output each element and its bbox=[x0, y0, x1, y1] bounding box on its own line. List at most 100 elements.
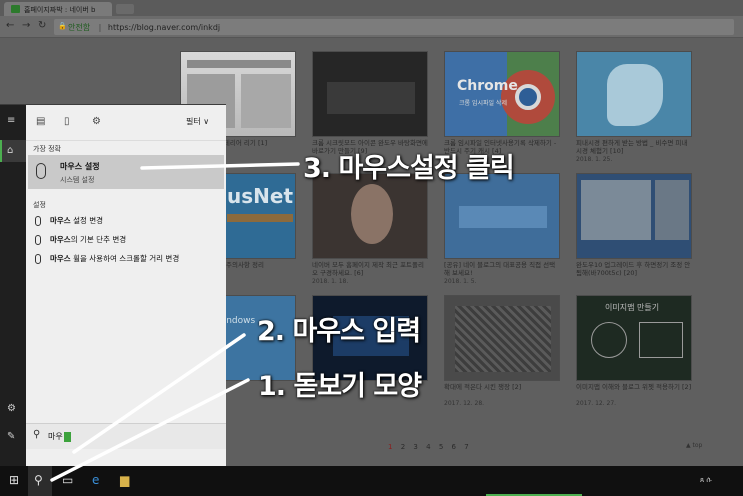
feedback-icon[interactable]: ✎ bbox=[7, 431, 15, 442]
naver-blog-favicon-icon bbox=[11, 5, 20, 13]
start-search-box[interactable]: ⚲ 마우 bbox=[26, 423, 226, 449]
result-text: 설정 변경 bbox=[70, 216, 104, 225]
mouse-icon bbox=[36, 163, 46, 179]
post-card[interactable]: 크롬 시크릿모드 아이콘 완도우 바탕화면에 바로가기 만들기 [9] bbox=[312, 51, 428, 155]
post-card[interactable]: 네이버 모두 홈페이지 제작 최근 포트폴리오 구경하세요. [6] 2018.… bbox=[312, 173, 428, 285]
page-link[interactable]: 2 bbox=[401, 443, 405, 451]
settings-result-item[interactable]: 마우스 휠을 사용하여 스크롤할 거리 변경 bbox=[26, 249, 226, 268]
post-date: 2018. 1. 5. bbox=[444, 278, 477, 285]
page-link[interactable]: 3 bbox=[413, 443, 417, 451]
chevron-down-icon: ∨ bbox=[203, 117, 210, 126]
search-results-panel: ▤ ▯ ⚙ 필터 ∨ 가장 정확 마우스 설정 시스템 설정 설정 마우스 설정… bbox=[26, 105, 226, 467]
post-caption[interactable]: 완도우10 업그레이드 후 하면정기 조정 안됨해(바700t5c) [20] bbox=[576, 261, 692, 277]
post-thumbnail[interactable] bbox=[312, 173, 428, 259]
address-bar[interactable]: 🔒 안전함 | https://blog.naver.com/inkdj bbox=[54, 19, 734, 35]
settings-result-item[interactable]: 마우스 설정 변경 bbox=[26, 211, 226, 230]
settings-result-item[interactable]: 마우스의 기본 단추 변경 bbox=[26, 230, 226, 249]
post-thumbnail[interactable] bbox=[444, 173, 560, 259]
edge-browser-icon[interactable]: e bbox=[92, 473, 99, 487]
browser-tab[interactable]: 홈페이지짜박 : 네이버 b bbox=[4, 2, 112, 16]
system-tray[interactable]: ጸ ሱ bbox=[700, 476, 712, 485]
settings-gear-icon[interactable]: ⚙ bbox=[7, 403, 16, 414]
annotation-step2: 2. 마우스 입력 bbox=[257, 316, 421, 347]
result-text: 휠을 사용하여 스크롤할 거리 변경 bbox=[70, 254, 180, 263]
search-icon: ⚲ bbox=[33, 429, 41, 440]
url-text: https://blog.naver.com/inkdj bbox=[107, 23, 221, 32]
mouse-icon bbox=[35, 216, 41, 226]
post-caption[interactable]: 확대에 적은다 시킨 쟁장 [2] bbox=[444, 383, 560, 399]
text-caret bbox=[63, 431, 71, 442]
post-card[interactable]: [공유] 네이 블로그의 대표공용 직접 선택해 보세요! 2018. 1. 5… bbox=[444, 173, 560, 285]
post-card[interactable]: 이미지맵 만들기 이미지맵 이해와 블로그 위젯 적용하기 [2] 2017. … bbox=[576, 295, 692, 407]
post-thumbnail[interactable] bbox=[576, 173, 692, 259]
start-menu-search-panel: ≡ ⌂ ⚙ ✎ ▤ ▯ ⚙ 필터 ∨ 가장 정확 마우스 설정 시스템 설정 설… bbox=[0, 104, 226, 467]
post-caption[interactable]: 이미지맵 이해와 블로그 위젯 적용하기 [2] bbox=[576, 383, 692, 399]
mouse-icon bbox=[35, 254, 41, 264]
windows-start-icon[interactable]: ⊞ bbox=[9, 473, 19, 487]
search-query-text: 마우 bbox=[48, 432, 63, 441]
best-match-title: 마우스 설정 bbox=[60, 162, 100, 171]
post-card[interactable]: 완도우10 업그레이드 후 하면정기 조정 안됨해(바700t5c) [20] bbox=[576, 173, 692, 277]
pagination: 1 2 3 4 5 6 7 bbox=[388, 443, 469, 451]
results-toolbar: ▤ ▯ ⚙ 필터 ∨ bbox=[26, 105, 226, 141]
documents-filter-icon[interactable]: ▯ bbox=[64, 116, 70, 127]
post-date: 2018. 1. 18. bbox=[312, 278, 349, 285]
post-thumbnail[interactable] bbox=[312, 51, 428, 137]
page-link[interactable]: 6 bbox=[452, 443, 456, 451]
web-settings-gear-icon[interactable]: ⚙ bbox=[92, 116, 101, 127]
best-match-subtitle: 시스템 설정 bbox=[60, 176, 95, 184]
result-text: 의 기본 단추 변경 bbox=[70, 235, 127, 244]
file-explorer-icon[interactable]: ▆ bbox=[120, 473, 129, 487]
task-view-icon[interactable]: ▭ bbox=[62, 473, 73, 487]
back-arrow-icon[interactable]: ← bbox=[6, 20, 14, 31]
back-to-top-link[interactable]: ▲ top bbox=[686, 442, 702, 449]
post-card[interactable]: 피내시경 편하게 받는 방법 _ 비수면 피내시경 체험기 [10] 2018.… bbox=[576, 51, 692, 163]
thumb-text: 크롬 임시파일 삭제 bbox=[459, 100, 507, 107]
browser-tab-strip: 홈페이지짜박 : 네이버 b bbox=[0, 0, 743, 16]
browser-tab-title: 홈페이지짜박 : 네이버 b bbox=[24, 6, 96, 14]
url-separator: | bbox=[98, 23, 102, 32]
post-caption[interactable]: 네이버 모두 홈페이지 제작 최근 포트폴리오 구경하세요. [6] bbox=[312, 261, 428, 277]
apps-filter-icon[interactable]: ▤ bbox=[36, 116, 45, 127]
thumb-text: 이미지맵 만들기 bbox=[605, 303, 660, 312]
mouse-icon bbox=[35, 235, 41, 245]
taskbar: ⊞ ⚲ ▭ e ▆ ጸ ሱ bbox=[0, 466, 743, 496]
page-link[interactable]: 7 bbox=[464, 443, 468, 451]
desktop-screen: 홈페이지짜박 : 네이버 b ← → ↻ 🔒 안전함 | https://blo… bbox=[0, 0, 743, 496]
filter-dropdown[interactable]: 필터 ∨ bbox=[186, 116, 209, 127]
magnifier-icon: ⚲ bbox=[34, 473, 43, 487]
taskbar-search-button[interactable]: ⚲ bbox=[28, 466, 52, 496]
post-caption[interactable]: 피내시경 편하게 받는 방법 _ 비수면 피내시경 체험기 [10] bbox=[576, 139, 692, 155]
start-search-input[interactable]: 마우 bbox=[48, 431, 71, 442]
post-thumbnail[interactable] bbox=[576, 51, 692, 137]
annotation-step3: 3. 마우스설정 클릭 bbox=[303, 153, 515, 184]
post-date: 2018. 1. 25. bbox=[576, 156, 613, 163]
post-thumbnail[interactable]: 이미지맵 만들기 bbox=[576, 295, 692, 381]
forward-arrow-icon[interactable]: → bbox=[22, 20, 30, 31]
secure-label: 안전함 bbox=[68, 23, 91, 32]
hamburger-menu-icon[interactable]: ≡ bbox=[7, 115, 15, 126]
browser-toolbar: ← → ↻ 🔒 안전함 | https://blog.naver.com/ink… bbox=[0, 16, 743, 38]
home-icon[interactable]: ⌂ bbox=[7, 145, 13, 156]
post-card[interactable]: Chrome 크롬 임시파일 삭제 크롬 임시파일 인터넷사용기록 삭제하기 -… bbox=[444, 51, 560, 155]
settings-heading: 설정 bbox=[33, 201, 46, 209]
post-date: 2017. 12. 27. bbox=[576, 400, 617, 407]
page-link[interactable]: 4 bbox=[426, 443, 430, 451]
post-caption[interactable]: [공유] 네이 블로그의 대표공용 직접 선택해 보세요! bbox=[444, 261, 560, 277]
new-tab-button[interactable] bbox=[116, 4, 134, 14]
post-date: 2017. 12. 28. bbox=[444, 400, 485, 407]
post-thumbnail[interactable] bbox=[444, 295, 560, 381]
reload-icon[interactable]: ↻ bbox=[38, 20, 46, 31]
result-highlight: 마우스 bbox=[50, 254, 71, 263]
filter-label: 필터 bbox=[186, 117, 201, 126]
result-highlight: 마우스 bbox=[50, 235, 71, 244]
result-highlight: 마우스 bbox=[50, 216, 71, 225]
start-menu-rail: ≡ ⌂ ⚙ ✎ bbox=[0, 105, 26, 467]
best-match-heading: 가장 정확 bbox=[33, 145, 61, 153]
page-link[interactable]: 1 bbox=[388, 443, 392, 451]
best-match-mouse-settings[interactable]: 마우스 설정 시스템 설정 bbox=[28, 155, 224, 189]
thumb-text: Chrome bbox=[457, 78, 518, 94]
post-thumbnail[interactable]: Chrome 크롬 임시파일 삭제 bbox=[444, 51, 560, 137]
page-link[interactable]: 5 bbox=[439, 443, 443, 451]
post-card[interactable]: 확대에 적은다 시킨 쟁장 [2] 2017. 12. 28. bbox=[444, 295, 560, 407]
